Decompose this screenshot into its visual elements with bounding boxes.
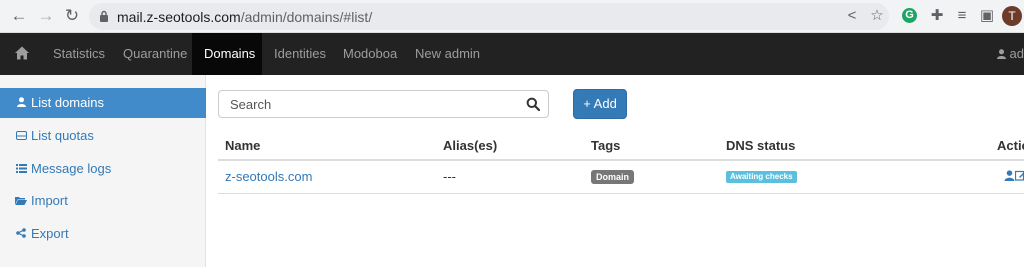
column-header-tags: Tags [591,138,621,153]
sidebar-item-list-domains[interactable]: List domains [0,88,206,118]
address-bar[interactable]: mail.z-seotools.com/admin/domains/#list/ [89,3,889,30]
sidebar-item-label: List domains [31,95,104,110]
search-input[interactable] [219,91,519,117]
nav-identities[interactable]: Identities [274,33,326,75]
sidebar-item-list-quotas[interactable]: List quotas [4,121,204,151]
star-icon[interactable]: ☆ [868,7,886,25]
share-icon[interactable]: < [843,7,861,25]
column-header-actions: Actio [997,138,1024,153]
column-header-name[interactable]: Name [225,138,260,153]
sidebar-item-label: Export [31,226,69,241]
lock-icon [100,10,108,22]
reading-list-icon[interactable]: ≡ [953,7,971,25]
column-header-aliases[interactable]: Alias(es) [443,138,497,153]
extensions-puzzle-icon[interactable]: ✚ [928,7,946,25]
nav-statistics[interactable]: Statistics [53,33,105,75]
profile-avatar[interactable]: T [1002,6,1022,26]
grammarly-extension-icon[interactable]: G [902,8,917,23]
folder-open-icon [15,187,27,217]
edit-icon[interactable] [1015,170,1024,181]
user-name: ad [1009,46,1024,61]
sidebar-item-label: Import [31,193,68,208]
column-header-dns-status: DNS status [726,138,796,153]
sidebar: List domains List quotas Message logs Im… [0,75,206,267]
home-icon[interactable] [14,45,30,61]
table-header-divider [218,159,1024,161]
domain-tag-badge: Domain [591,170,635,184]
nav-modoboa[interactable]: Modoboa [343,33,397,75]
browser-toolbar: ← → ↻ mail.z-seotools.com/admin/domains/… [0,0,1024,33]
sidebar-item-label: List quotas [31,128,94,143]
search-box [218,90,549,118]
dns-status-badge[interactable]: Awaiting checks [726,171,797,183]
sidebar-item-export[interactable]: Export [4,219,204,249]
search-icon[interactable] [526,97,540,111]
reload-icon[interactable]: ↻ [62,6,82,26]
domain-aliases: --- [443,169,456,184]
nav-domains[interactable]: Domains [192,33,262,75]
nav-new-admin[interactable]: New admin [415,33,480,75]
domain-name-link[interactable]: z-seotools.com [225,169,312,184]
add-domain-button[interactable]: + Add [573,89,627,119]
top-navbar: Statistics Quarantine Domains Identities… [0,33,1024,75]
back-arrow-icon[interactable]: ← [9,6,29,26]
user-icon [15,89,27,119]
sidebar-item-import[interactable]: Import [4,186,204,216]
sidebar-item-message-logs[interactable]: Message logs [4,154,204,184]
sidebar-item-label: Message logs [31,161,112,176]
nav-quarantine[interactable]: Quarantine [123,33,187,75]
user-icon[interactable] [1004,170,1015,181]
url-text: mail.z-seotools.com/admin/domains/#list/ [117,9,373,25]
user-icon [996,49,1006,59]
list-icon [15,155,27,185]
side-panel-icon[interactable]: ▣ [978,7,996,25]
forward-arrow-icon[interactable]: → [36,6,56,26]
user-menu[interactable]: ad [996,33,1024,75]
share-icon [15,220,27,250]
table-row-divider [218,193,1024,194]
hdd-icon [15,122,27,152]
